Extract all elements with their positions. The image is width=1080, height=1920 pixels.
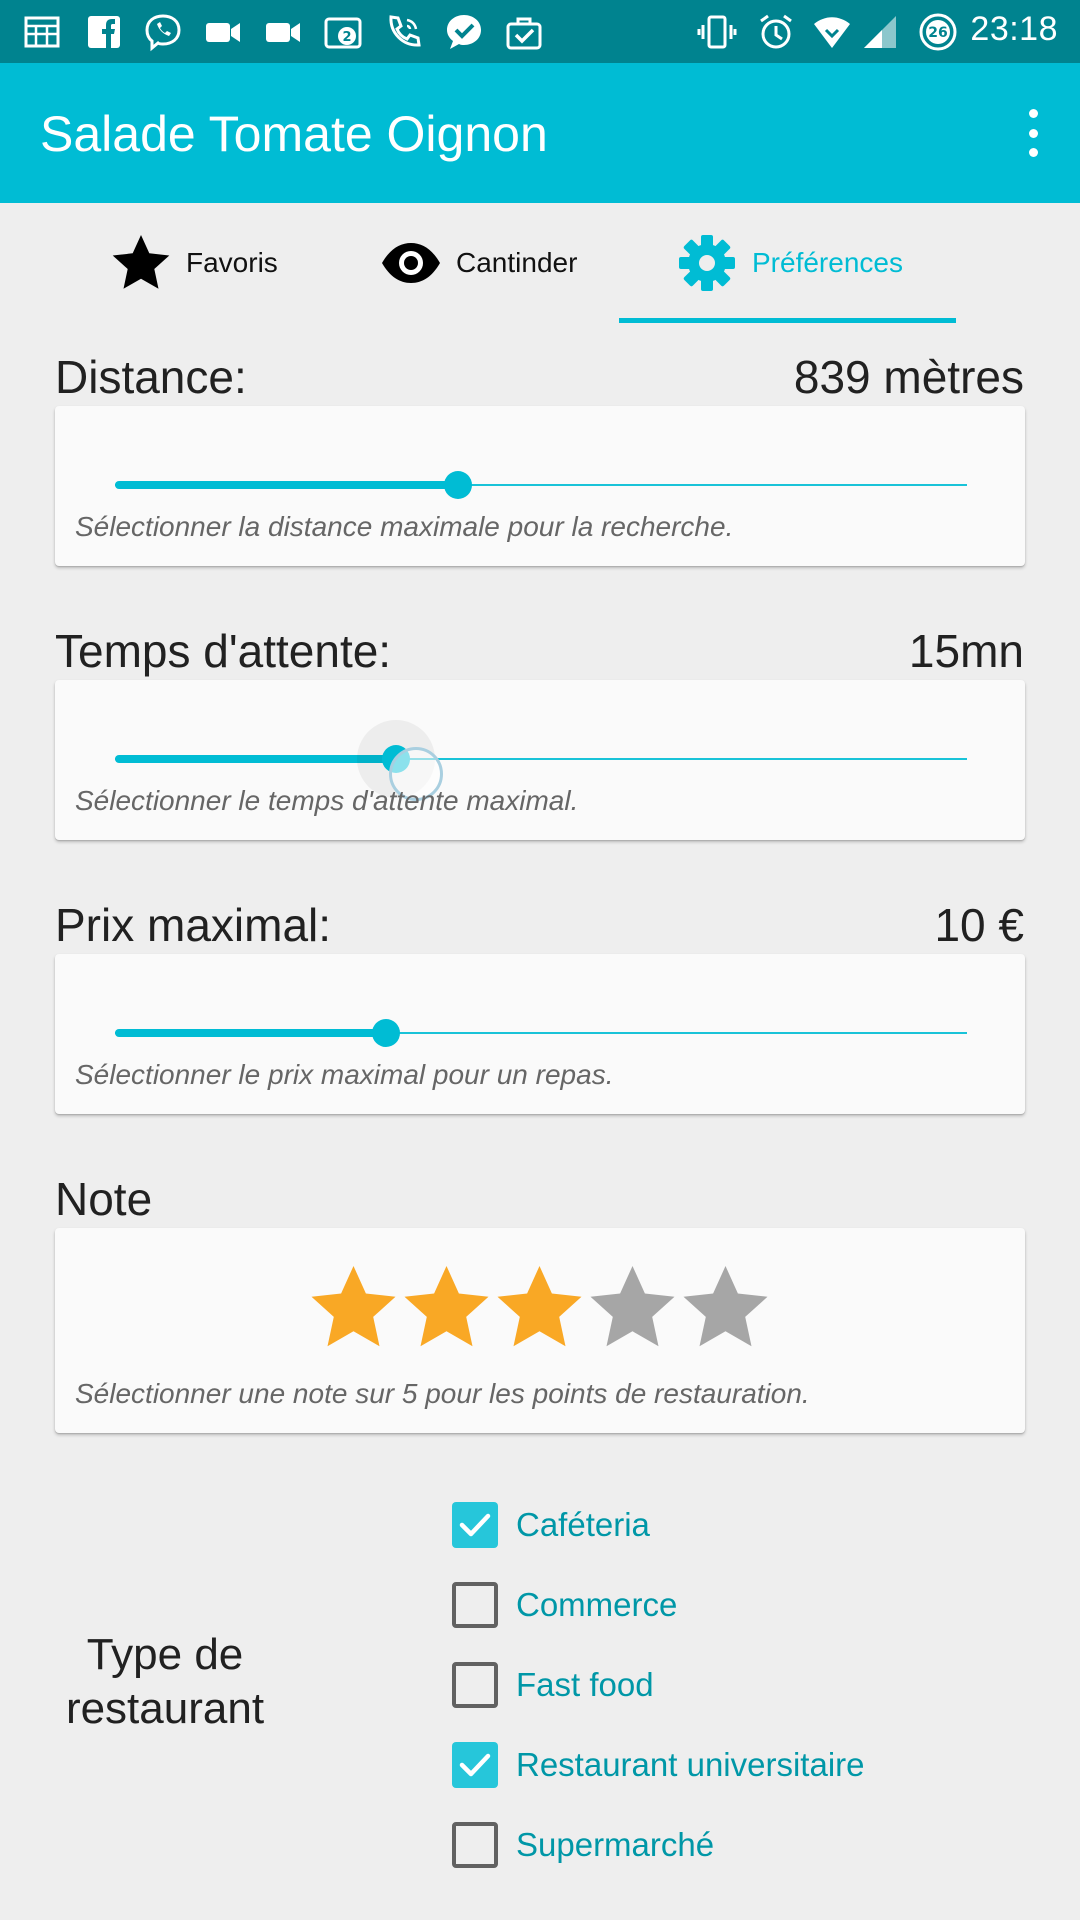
max-price-title: Prix maximal: — [55, 899, 332, 951]
gear-icon — [676, 232, 738, 294]
checkbox-label: Supermarché — [516, 1826, 715, 1863]
wifi-icon — [812, 12, 852, 52]
slider-thumb[interactable] — [444, 471, 472, 499]
battery-level: 26 — [928, 25, 947, 41]
waiting-time-title: Temps d'attente: — [55, 625, 392, 677]
checkbox[interactable] — [452, 1662, 498, 1708]
checkbox-label: Fast food — [516, 1666, 654, 1703]
restaurant-type-label: Type de restaurant — [65, 1630, 265, 1733]
app-bar: Salade Tomate Oignon — [0, 63, 1080, 203]
max-price-card: Sélectionner le prix maximal pour un rep… — [55, 954, 1025, 1114]
phone-call-icon — [383, 12, 423, 52]
tab-favoris[interactable]: Favoris — [110, 203, 278, 323]
slider-fill — [115, 1029, 386, 1037]
calendar-icon — [22, 12, 62, 52]
distance-card: Sélectionner la distance maximale pour l… — [55, 406, 1025, 566]
checkbox[interactable] — [452, 1582, 498, 1628]
rating-description: Sélectionner une note sur 5 pour les poi… — [75, 1378, 810, 1409]
checkbox-label: Restaurant universitaire — [516, 1746, 865, 1783]
checkmark-icon — [459, 1753, 491, 1777]
checkbox-fast-food[interactable]: Fast food — [452, 1655, 654, 1715]
max-price-slider[interactable] — [115, 1013, 967, 1053]
tab-label: Favoris — [186, 247, 278, 278]
checkbox-supermarche[interactable]: Supermarché — [452, 1815, 714, 1875]
waiting-time-card: Sélectionner le temps d'attente maximal. — [55, 680, 1025, 840]
distance-description: Sélectionner la distance maximale pour l… — [75, 511, 734, 542]
slider-thumb[interactable] — [372, 1019, 400, 1047]
battery-icon: 26 — [918, 12, 958, 52]
rating-star-4[interactable] — [586, 1263, 679, 1356]
waiting-time-value: 15mn — [908, 625, 1024, 677]
checkbox-commerce[interactable]: Commerce — [452, 1575, 677, 1635]
eye-icon — [380, 232, 442, 294]
waiting-time-description: Sélectionner le temps d'attente maximal. — [75, 785, 579, 816]
star-icon — [110, 232, 172, 294]
facebook-icon — [84, 12, 124, 52]
checkbox-cafeteria[interactable]: Caféteria — [452, 1495, 650, 1555]
rating-star-5[interactable] — [679, 1263, 772, 1356]
rating-star-2[interactable] — [400, 1263, 493, 1356]
rating-star-3[interactable] — [493, 1263, 586, 1356]
status-bar: 2 26 23:18 — [0, 0, 1080, 63]
briefcase-check-icon — [504, 12, 544, 52]
distance-value: 839 mètres — [793, 351, 1024, 403]
overflow-menu-icon[interactable] — [1008, 103, 1058, 163]
photo-badge-count: 2 — [342, 30, 351, 45]
checkbox-restaurant-universitaire[interactable]: Restaurant universitaire — [452, 1735, 865, 1795]
tab-label: Préférences — [752, 247, 903, 278]
tab-label: Cantinder — [456, 247, 578, 278]
checkbox[interactable] — [452, 1822, 498, 1868]
app-title: Salade Tomate Oignon — [40, 106, 548, 162]
distance-title: Distance: — [55, 351, 247, 403]
alarm-icon — [756, 12, 796, 52]
slider-fill — [115, 755, 396, 763]
checkmark-icon — [459, 1513, 491, 1537]
tab-cantinder[interactable]: Cantinder — [380, 203, 577, 323]
checkbox[interactable] — [452, 1742, 498, 1788]
check-chat-icon — [444, 12, 484, 52]
signal-icon — [858, 12, 898, 52]
max-price-value: 10 € — [934, 899, 1024, 951]
checkbox[interactable] — [452, 1502, 498, 1548]
rating-title: Note — [55, 1173, 153, 1225]
rating-star-1[interactable] — [307, 1263, 400, 1356]
checkbox-label: Commerce — [516, 1586, 678, 1623]
rating-card: Sélectionner une note sur 5 pour les poi… — [55, 1228, 1025, 1433]
vibrate-icon — [697, 12, 737, 52]
viber-icon — [143, 12, 183, 52]
tab-active-indicator — [619, 318, 956, 323]
rating-stars[interactable] — [307, 1263, 772, 1356]
tab-preferences[interactable]: Préférences — [676, 203, 903, 323]
photo-badge-icon: 2 — [323, 12, 363, 52]
max-price-description: Sélectionner le prix maximal pour un rep… — [75, 1059, 614, 1090]
waiting-time-slider[interactable] — [115, 720, 967, 801]
status-time: 23:18 — [970, 10, 1058, 48]
video-camera-icon — [263, 12, 303, 52]
video-call-icon — [203, 12, 243, 52]
slider-fill — [115, 481, 458, 489]
distance-slider[interactable] — [115, 465, 967, 505]
checkbox-label: Caféteria — [516, 1506, 650, 1543]
